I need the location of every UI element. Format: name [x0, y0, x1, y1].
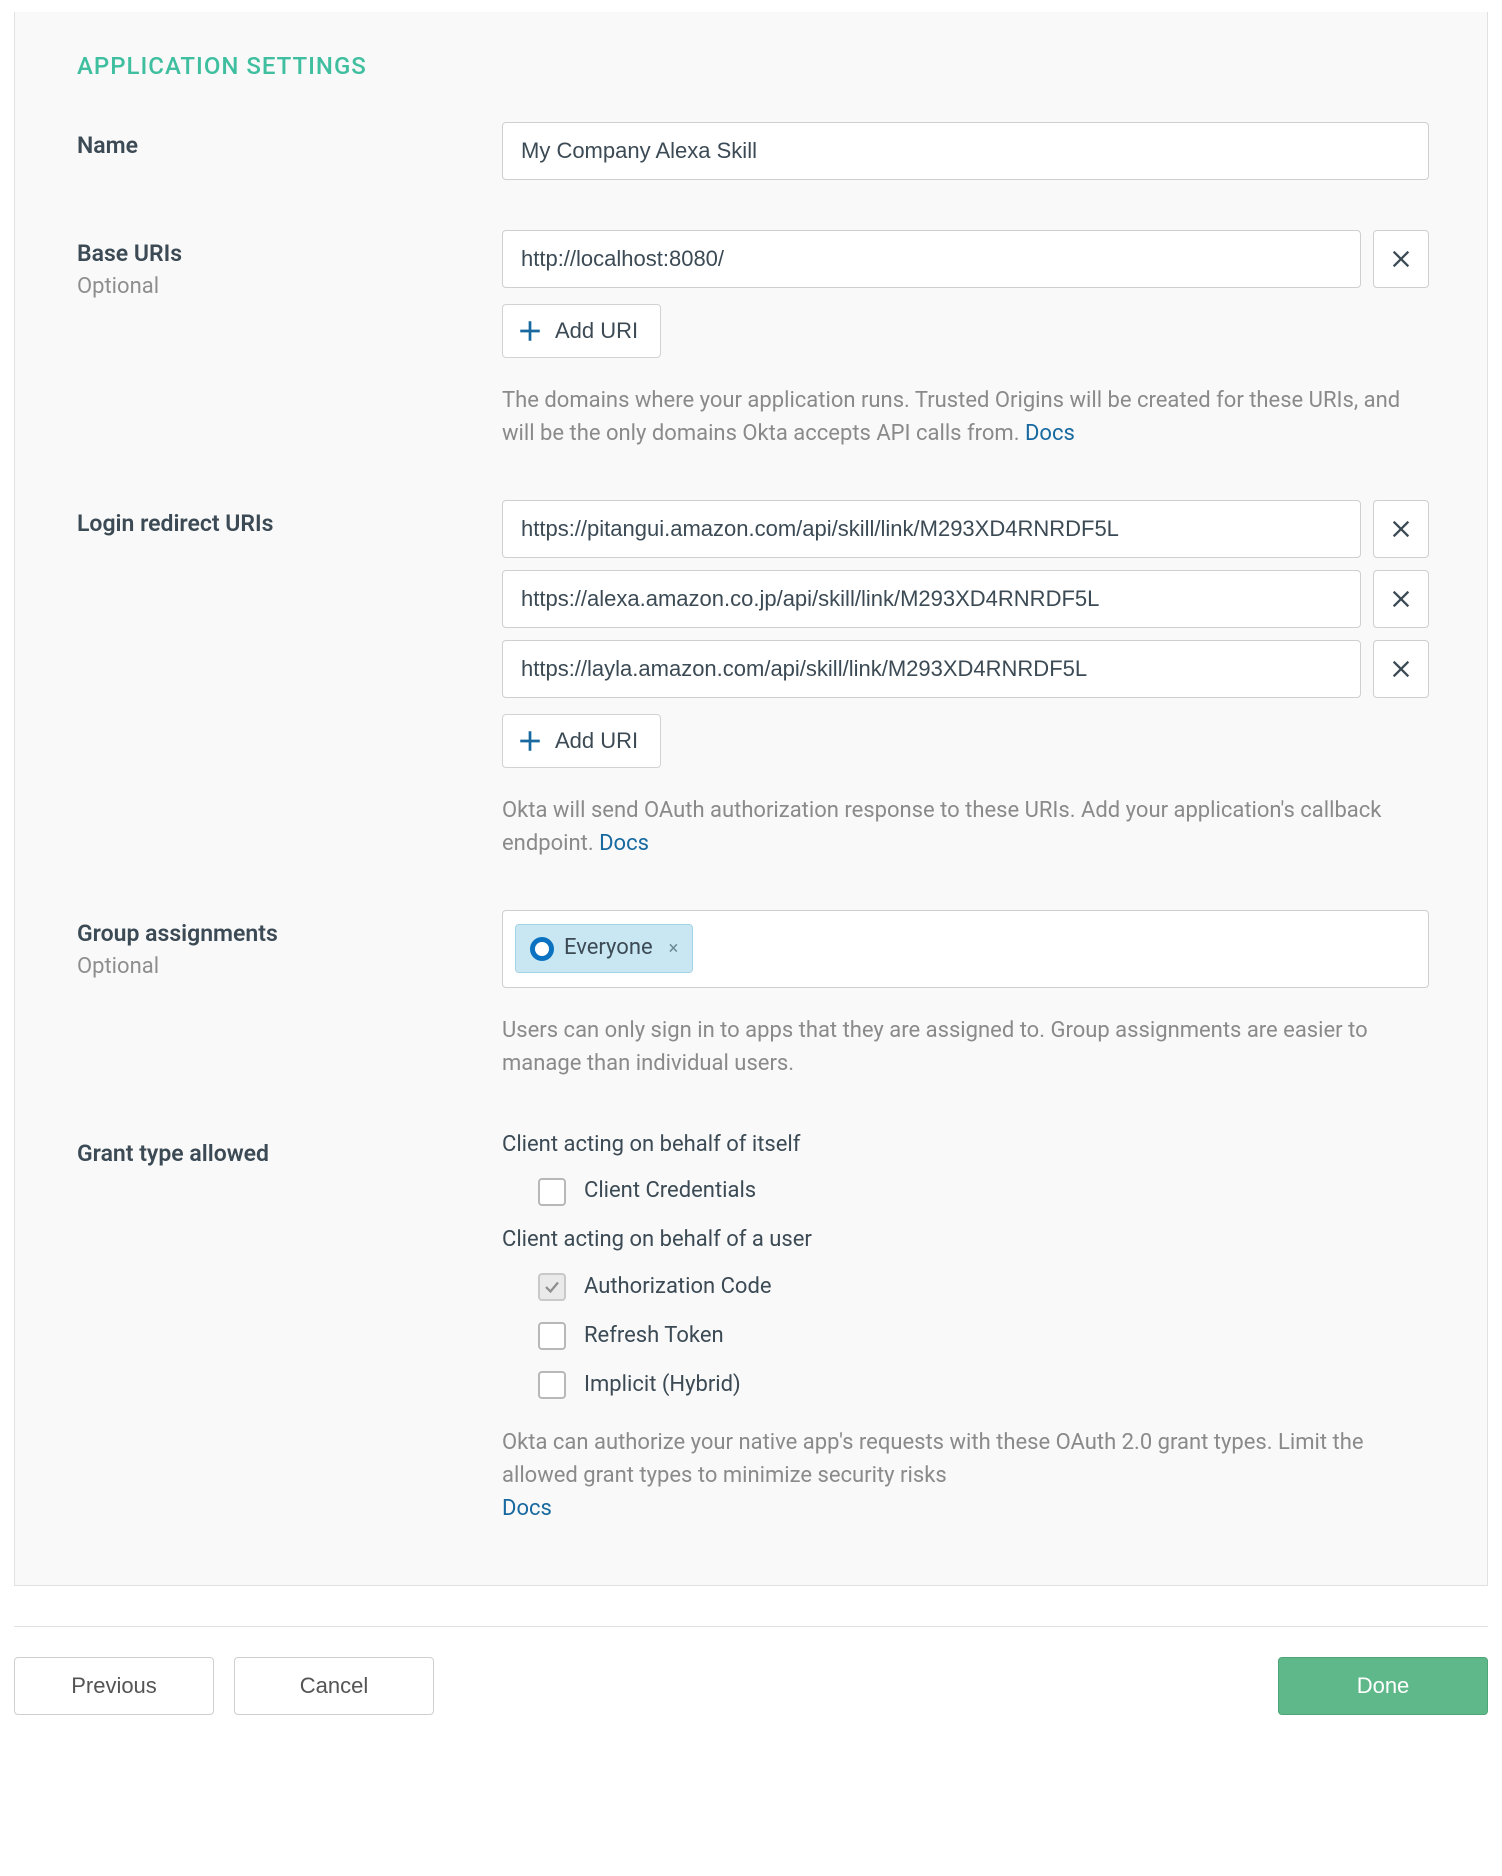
- check-icon: [543, 1278, 561, 1296]
- base-uris-docs-link[interactable]: Docs: [1025, 421, 1075, 446]
- implicit-checkbox[interactable]: [538, 1371, 566, 1399]
- footer-divider: [14, 1626, 1488, 1627]
- group-assignments-input[interactable]: Everyone ×: [502, 910, 1429, 988]
- footer: Previous Cancel Done: [14, 1657, 1488, 1715]
- login-redirect-input-0[interactable]: [502, 500, 1361, 558]
- add-redirect-uri-button[interactable]: Add URI: [502, 714, 661, 768]
- grant-heading-self: Client acting on behalf of itself: [502, 1130, 1429, 1161]
- login-redirect-input-2[interactable]: [502, 640, 1361, 698]
- group-tag-everyone: Everyone ×: [515, 924, 693, 973]
- name-row: Name: [77, 122, 1429, 180]
- base-uris-sublabel: Optional: [77, 272, 502, 303]
- base-uris-help: The domains where your application runs.…: [502, 384, 1429, 450]
- application-settings-panel: APPLICATION SETTINGS Name Base URIs Opti…: [14, 12, 1488, 1586]
- implicit-label: Implicit (Hybrid): [584, 1370, 741, 1401]
- refresh-token-label: Refresh Token: [584, 1321, 724, 1352]
- cancel-button[interactable]: Cancel: [234, 1657, 434, 1715]
- group-assignments-row: Group assignments Optional Everyone × Us…: [77, 910, 1429, 1080]
- plus-icon: [517, 728, 543, 754]
- name-label: Name: [77, 130, 502, 162]
- base-uris-label: Base URIs: [77, 238, 502, 270]
- remove-redirect-button-1[interactable]: [1373, 570, 1429, 628]
- group-assignments-sublabel: Optional: [77, 952, 502, 983]
- authorization-code-label: Authorization Code: [584, 1272, 772, 1303]
- login-redirect-help: Okta will send OAuth authorization respo…: [502, 794, 1429, 860]
- base-uris-row: Base URIs Optional Add URI The domains w…: [77, 230, 1429, 450]
- client-credentials-label: Client Credentials: [584, 1176, 756, 1207]
- group-tag-label: Everyone: [564, 933, 653, 964]
- close-icon: [1390, 518, 1412, 540]
- close-icon: [1390, 658, 1412, 680]
- previous-button[interactable]: Previous: [14, 1657, 214, 1715]
- close-icon: [1390, 588, 1412, 610]
- login-redirect-input-1[interactable]: [502, 570, 1361, 628]
- login-redirect-label: Login redirect URIs: [77, 508, 502, 540]
- name-input[interactable]: [502, 122, 1429, 180]
- add-uri-label: Add URI: [555, 728, 638, 754]
- group-assignments-help: Users can only sign in to apps that they…: [502, 1014, 1429, 1080]
- grant-type-docs-link[interactable]: Docs: [502, 1496, 552, 1521]
- remove-uri-button[interactable]: [1373, 230, 1429, 288]
- refresh-token-checkbox[interactable]: [538, 1322, 566, 1350]
- remove-redirect-button-2[interactable]: [1373, 640, 1429, 698]
- grant-type-label: Grant type allowed: [77, 1138, 502, 1170]
- group-icon: [530, 937, 554, 961]
- remove-group-tag[interactable]: ×: [669, 936, 679, 961]
- plus-icon: [517, 318, 543, 344]
- base-uri-input[interactable]: [502, 230, 1361, 288]
- grant-type-row: Grant type allowed Client acting on beha…: [77, 1130, 1429, 1526]
- authorization-code-checkbox: [538, 1273, 566, 1301]
- close-icon: [1390, 248, 1412, 270]
- grant-heading-user: Client acting on behalf of a user: [502, 1225, 1429, 1256]
- done-button[interactable]: Done: [1278, 1657, 1488, 1715]
- group-assignments-label: Group assignments: [77, 918, 502, 950]
- client-credentials-checkbox[interactable]: [538, 1178, 566, 1206]
- section-title: APPLICATION SETTINGS: [77, 50, 1429, 84]
- grant-type-help: Okta can authorize your native app's req…: [502, 1426, 1429, 1525]
- login-redirect-docs-link[interactable]: Docs: [599, 831, 649, 856]
- login-redirect-row: Login redirect URIs Add URI: [77, 500, 1429, 860]
- remove-redirect-button-0[interactable]: [1373, 500, 1429, 558]
- add-base-uri-button[interactable]: Add URI: [502, 304, 661, 358]
- add-uri-label: Add URI: [555, 318, 638, 344]
